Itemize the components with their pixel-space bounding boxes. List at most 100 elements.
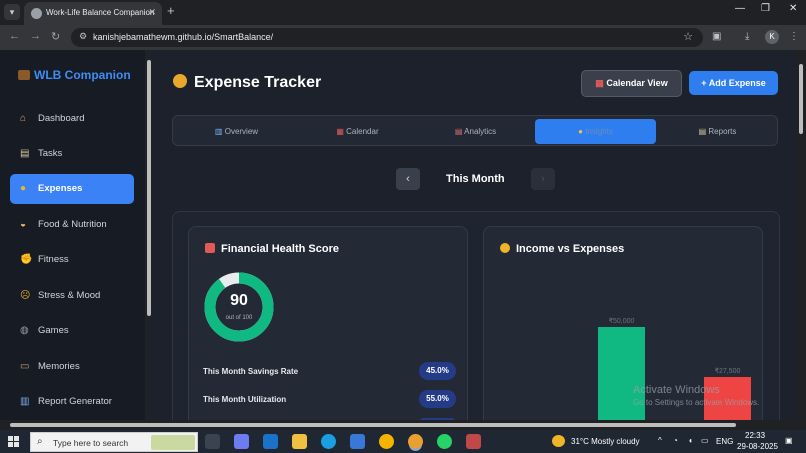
watermark-subtitle: Go to Settings to activate Windows. xyxy=(633,398,760,407)
chevron-up-icon[interactable]: ^ xyxy=(658,436,662,445)
wifi-icon[interactable]: ◔ xyxy=(673,436,678,445)
muscle-icon: ✊ xyxy=(20,254,33,265)
brand-name: WLB Companion xyxy=(34,68,131,82)
sidebar-scrollbar[interactable] xyxy=(145,50,153,420)
chrome-icon[interactable] xyxy=(379,434,394,449)
savings-rate-label: This Month Savings Rate xyxy=(203,367,299,376)
forward-icon[interactable]: → xyxy=(30,30,41,42)
reload-icon[interactable]: ↻ xyxy=(51,30,60,43)
sidebar-item-food-nutrition[interactable]: ◒ Food & Nutrition xyxy=(10,210,134,240)
tab-label: Calendar xyxy=(346,127,379,136)
sidebar-item-label: Fitness xyxy=(38,254,69,265)
main-content: Expense Tracker ▦ Calendar View + Add Ex… xyxy=(153,50,796,420)
sidebar-item-label: Games xyxy=(38,325,69,336)
back-icon[interactable]: ← xyxy=(9,30,20,42)
expense-value-label: ₹27,500 xyxy=(714,368,741,376)
tab-label: Overview xyxy=(224,127,259,136)
tab-label: Insights xyxy=(585,127,613,136)
page-title: Expense Tracker xyxy=(173,74,321,92)
brand-logo[interactable]: WLB Companion xyxy=(18,68,131,82)
face-icon: ☹ xyxy=(20,290,31,301)
sidebar-item-report-generator[interactable]: ▥ Report Generator xyxy=(10,387,134,417)
edge-icon[interactable] xyxy=(321,434,336,449)
add-expense-button[interactable]: + Add Expense xyxy=(689,71,778,95)
clock-date[interactable]: 29-08-2025 xyxy=(737,442,778,451)
tab-calendar[interactable]: ▦ Calendar xyxy=(297,119,418,144)
sidebar-scroll-thumb[interactable] xyxy=(147,60,151,316)
profile-avatar[interactable]: K xyxy=(765,30,779,44)
expense-tabs: ▥ Overview ▦ Calendar ▤ Analytics ● Insi… xyxy=(172,115,778,146)
minimize-icon[interactable]: — xyxy=(735,3,745,14)
tab-insights[interactable]: ● Insights xyxy=(535,119,656,144)
close-window-icon[interactable]: ✕ xyxy=(789,3,797,14)
menu-dots-icon[interactable]: ⋮ xyxy=(789,31,799,42)
next-period-button[interactable]: › xyxy=(531,168,555,190)
money-bag-icon: ● xyxy=(20,183,27,194)
browser-tab[interactable]: Work-Life Balance Companion ✕ xyxy=(24,2,162,25)
search-placeholder: Type here to search xyxy=(53,438,129,448)
health-score-gauge: 90 out of 100 xyxy=(203,271,275,343)
notification-icon[interactable]: ▣ xyxy=(785,436,793,445)
translate-icon[interactable]: ▣ xyxy=(712,31,721,42)
tab-overview[interactable]: ▥ Overview xyxy=(176,119,297,144)
tab-label: Analytics xyxy=(464,127,497,136)
calendar-view-button[interactable]: ▦ Calendar View xyxy=(581,70,682,97)
sidebar-item-tasks[interactable]: ▤ Tasks xyxy=(10,139,134,169)
horizontal-scrollbar[interactable] xyxy=(0,420,806,430)
clock-time[interactable]: 22:33 xyxy=(745,431,765,440)
download-icon[interactable]: ⤓ xyxy=(745,31,749,42)
restore-icon[interactable]: ❐ xyxy=(761,3,770,14)
search-icon: ⌕ xyxy=(37,436,43,447)
page-scroll-thumb[interactable] xyxy=(799,64,803,134)
site-info-icon[interactable]: ⚙ xyxy=(79,31,87,42)
tab-analytics[interactable]: ▤ Analytics xyxy=(415,119,536,144)
taskbar-search-input[interactable]: ⌕ Type here to search xyxy=(30,432,198,452)
activate-windows-watermark: Activate Windows Go to Settings to activ… xyxy=(633,384,759,407)
score-caption: out of 100 xyxy=(225,315,253,321)
sidebar-item-memories[interactable]: ▭ Memories xyxy=(10,352,134,382)
windows-start-icon[interactable] xyxy=(8,436,20,448)
tab-search-icon[interactable]: ▾ xyxy=(4,4,20,20)
weather-icon[interactable] xyxy=(552,435,565,447)
watermark-title: Activate Windows xyxy=(633,384,720,396)
language-indicator[interactable]: ENG xyxy=(716,437,733,446)
tab-reports[interactable]: ▤ Reports xyxy=(657,119,778,144)
sidebar-item-stress-mood[interactable]: ☹ Stress & Mood xyxy=(10,281,134,311)
tab-label: Reports xyxy=(708,127,737,136)
app-icon[interactable] xyxy=(466,434,481,449)
money-bag-icon xyxy=(500,243,510,253)
sidebar-item-dashboard[interactable]: ⌂ Dashboard xyxy=(10,104,134,134)
gamepad-icon: ◍ xyxy=(20,325,29,336)
battery-icon[interactable]: ▭ xyxy=(701,436,709,445)
copilot-icon[interactable] xyxy=(234,434,249,449)
volume-icon[interactable]: ◖ xyxy=(688,436,693,445)
microsoft-store-icon[interactable] xyxy=(350,434,365,449)
file-explorer-icon[interactable] xyxy=(292,434,307,449)
chrome-active-icon[interactable] xyxy=(408,434,423,449)
lightbulb-icon: ● xyxy=(578,127,584,136)
outlook-icon[interactable] xyxy=(263,434,278,449)
income-value-label: ₹50,000 xyxy=(608,318,635,325)
sidebar-item-expenses[interactable]: ● Expenses xyxy=(10,174,134,204)
chart-icon: ▥ xyxy=(20,396,30,407)
calendar-icon: ▦ xyxy=(595,78,604,88)
previous-period-button[interactable]: ‹ xyxy=(396,168,420,190)
fuel-gauge-icon xyxy=(205,243,215,253)
whatsapp-icon[interactable] xyxy=(437,434,452,449)
bookmark-star-icon[interactable]: ☆ xyxy=(683,30,693,43)
sidebar-item-fitness[interactable]: ✊ Fitness xyxy=(10,245,134,275)
photo-icon: ▭ xyxy=(20,361,30,372)
page-title-text: Expense Tracker xyxy=(194,74,322,91)
weather-text[interactable]: 31°C Mostly cloudy xyxy=(571,437,640,446)
page-scrollbar[interactable] xyxy=(796,50,806,420)
new-tab-icon[interactable]: + xyxy=(167,4,175,18)
sidebar-item-games[interactable]: ◍ Games xyxy=(10,316,134,346)
sidebar-item-label: Report Generator xyxy=(38,396,112,407)
url-bar[interactable]: ⚙ kanishjebamathewm.github.io/SmartBalan… xyxy=(71,28,703,47)
sidebar-item-label: Memories xyxy=(38,361,80,372)
url-text[interactable]: kanishjebamathewm.github.io/SmartBalance… xyxy=(93,32,273,42)
close-icon[interactable]: ✕ xyxy=(148,7,156,18)
card-title: Financial Health Score xyxy=(205,243,339,255)
horizontal-scroll-thumb[interactable] xyxy=(10,423,736,427)
task-view-icon[interactable] xyxy=(205,434,220,449)
